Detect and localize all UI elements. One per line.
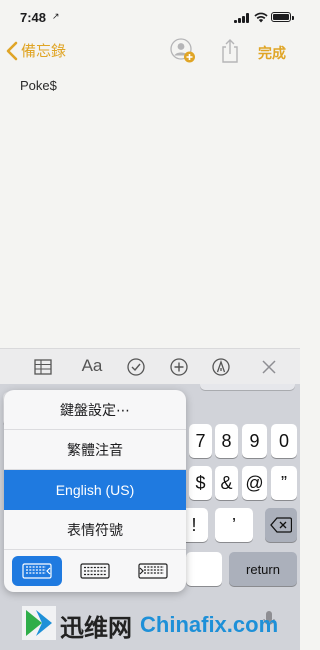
key-9[interactable]: 9 (242, 424, 267, 458)
key-dollar[interactable]: $ (189, 466, 212, 500)
wifi-icon (254, 12, 268, 23)
back-label: 備忘錄 (21, 43, 67, 60)
key-8[interactable]: 8 (215, 424, 238, 458)
keyboard-switcher-menu: 鍵盤設定⋯ 繁體注音 English (US) 表情符號 (4, 390, 186, 592)
key-ampersand[interactable]: & (215, 466, 238, 500)
location-arrow-icon: ↗ (52, 11, 60, 21)
watermark-cn: 迅维网 (60, 615, 132, 642)
status-time: 7:48 (20, 10, 47, 25)
left-keyboard-icon[interactable] (12, 556, 62, 586)
table-icon[interactable] (33, 357, 53, 377)
cellular-signal-icon (234, 13, 250, 23)
watermark-en: Chinafix.com (140, 612, 279, 637)
menu-item-zhuyin[interactable]: 繁體注音 (4, 430, 186, 470)
space-key[interactable] (186, 552, 222, 586)
note-text[interactable]: Poke$ (20, 78, 57, 93)
chinafix-logo-icon (22, 606, 56, 640)
format-toolbar: Aa (0, 348, 300, 384)
menu-item-emoji[interactable]: 表情符號 (4, 510, 186, 550)
key-apostrophe[interactable]: ’ (215, 508, 253, 542)
backspace-key[interactable] (265, 508, 297, 542)
keyboard-key[interactable] (200, 384, 295, 390)
close-icon[interactable] (259, 357, 279, 377)
keyboard-layout-selector (4, 550, 186, 592)
chevron-left-icon (6, 41, 18, 60)
key-7[interactable]: 7 (189, 424, 212, 458)
checklist-icon[interactable] (126, 357, 146, 377)
nav-bar: 備忘錄 完成 (0, 36, 300, 70)
done-button[interactable]: 完成 (258, 43, 286, 63)
share-icon[interactable] (220, 38, 240, 64)
backspace-icon (270, 517, 292, 533)
menu-item-english-us[interactable]: English (US) (4, 470, 186, 510)
full-keyboard-icon[interactable] (70, 556, 120, 586)
battery-icon (271, 12, 294, 22)
key-at[interactable]: @ (242, 466, 267, 500)
right-keyboard-icon[interactable] (128, 556, 178, 586)
back-button[interactable]: 備忘錄 (6, 40, 66, 61)
key-0[interactable]: 0 (271, 424, 297, 458)
status-bar: 7:48 ↗ (0, 0, 300, 36)
key-quote[interactable]: ” (271, 466, 297, 500)
markup-icon[interactable] (211, 357, 231, 377)
add-icon[interactable] (169, 357, 189, 377)
add-person-icon[interactable] (170, 38, 196, 64)
return-key[interactable]: return (229, 552, 297, 586)
menu-item-keyboard-settings[interactable]: 鍵盤設定⋯ (4, 390, 186, 430)
text-style-button[interactable]: Aa (80, 356, 104, 376)
